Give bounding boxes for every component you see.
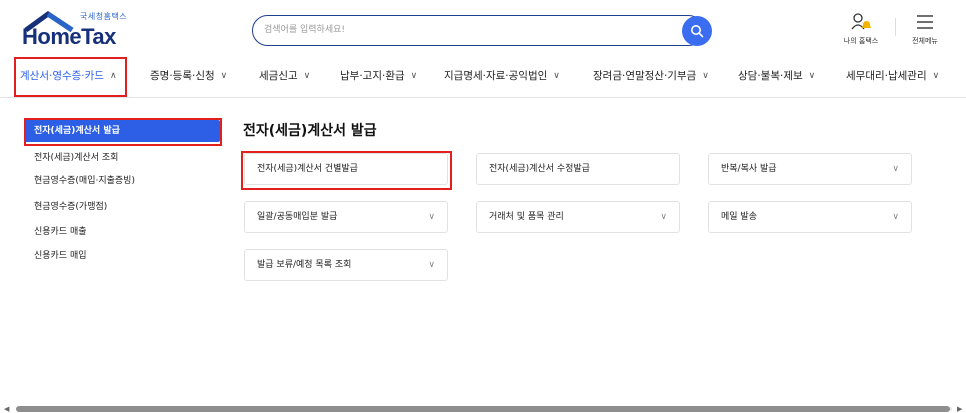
my-hometax-label: 나의 홈택스 bbox=[843, 37, 879, 45]
chevron-down-icon: ∨ bbox=[428, 212, 435, 222]
card-label: 반복/복사 발급 bbox=[721, 164, 777, 174]
nav-item-payment[interactable]: 납부·고지·환급 ∨ bbox=[340, 68, 417, 83]
scroll-left-icon[interactable]: ◀ bbox=[4, 405, 9, 413]
card-label: 일괄/공동매입분 발급 bbox=[257, 212, 338, 222]
chevron-down-icon: ∨ bbox=[303, 70, 311, 81]
sidebar-item-credit-card-sales[interactable]: 신용카드 매출 bbox=[24, 221, 220, 243]
chevron-down-icon: ∨ bbox=[702, 70, 709, 81]
sidebar-item-e-invoice-inquiry[interactable]: 전자(세금)계산서 조회 bbox=[24, 147, 220, 169]
sidebar-highlight-box bbox=[24, 118, 222, 146]
chevron-down-icon: ∨ bbox=[410, 70, 418, 81]
nav-item-consultation[interactable]: 상담·불복·제보 ∨ bbox=[738, 68, 815, 83]
chevron-down-icon: ∨ bbox=[428, 260, 435, 270]
chevron-down-icon: ∨ bbox=[892, 164, 899, 174]
nav-highlight-box bbox=[14, 57, 127, 97]
card-modify-issue[interactable]: 전자(세금)계산서 수정발급 bbox=[476, 153, 680, 185]
nav-item-tax-return[interactable]: 세금신고 ∨ bbox=[259, 68, 310, 83]
nav-item-tax-agent[interactable]: 세무대리·납세관리 ∨ bbox=[846, 68, 939, 83]
search-icon bbox=[691, 25, 704, 38]
chevron-down-icon: ∨ bbox=[932, 70, 940, 81]
hamburger-icon bbox=[917, 15, 933, 29]
search-input[interactable] bbox=[264, 21, 664, 39]
chevron-down-icon: ∨ bbox=[660, 212, 667, 222]
logo-subtitle: 국세청홈택스 bbox=[80, 12, 128, 21]
page-title: 전자(세금)계산서 발급 bbox=[243, 123, 377, 139]
hometax-logo[interactable]: 국세청홈택스 HomeTax bbox=[22, 10, 132, 50]
main-nav: 계산서·영수증·카드 ∧ 증명·등록·신청 ∨ 세금신고 ∨ 납부·고지·환급 … bbox=[0, 58, 966, 98]
card-label: 메일 발송 bbox=[721, 212, 757, 222]
sidebar-item-credit-card-purchase[interactable]: 신용카드 매입 bbox=[24, 245, 220, 267]
my-hometax-button[interactable]: 나의 홈택스 bbox=[838, 12, 884, 48]
nav-item-label: 장려금·연말정산·기부금 bbox=[593, 70, 697, 82]
card-label: 거래처 및 품목 관리 bbox=[489, 212, 564, 222]
user-bell-icon bbox=[851, 13, 871, 30]
nav-item-label: 세무대리·납세관리 bbox=[846, 70, 927, 82]
horizontal-scrollbar[interactable]: ◀ ▶ bbox=[0, 402, 966, 413]
card-client-item-management[interactable]: 거래처 및 품목 관리 ∨ bbox=[476, 201, 680, 233]
card-label: 전자(세금)계산서 수정발급 bbox=[489, 164, 590, 174]
nav-item-label: 세금신고 bbox=[259, 70, 298, 82]
card-label: 발급 보류/예정 목록 조회 bbox=[257, 260, 352, 270]
header: 국세청홈택스 HomeTax 나의 홈택스 전체메뉴 bbox=[0, 0, 966, 56]
sidebar-item-cash-receipt-merchant[interactable]: 현금영수증(가맹점) bbox=[24, 196, 220, 218]
scroll-right-icon[interactable]: ▶ bbox=[957, 405, 962, 413]
chevron-down-icon: ∨ bbox=[220, 70, 228, 81]
card-repeat-copy-issue[interactable]: 반복/복사 발급 ∨ bbox=[708, 153, 912, 185]
header-divider bbox=[895, 18, 896, 36]
nav-item-incentive[interactable]: 장려금·연말정산·기부금 ∨ bbox=[593, 68, 709, 83]
sidebar-item-cash-receipt-purchase[interactable]: 현금영수증(매입·지출증빙) bbox=[24, 170, 220, 192]
nav-item-certificate[interactable]: 증명·등록·신청 ∨ bbox=[150, 68, 227, 83]
nav-item-label: 증명·등록·신청 bbox=[150, 70, 215, 82]
nav-item-label: 납부·고지·환급 bbox=[340, 70, 405, 82]
scroll-thumb[interactable] bbox=[16, 406, 950, 412]
logo-title: HomeTax bbox=[22, 24, 116, 49]
all-menu-label: 전체메뉴 bbox=[912, 37, 938, 45]
card-mail-send[interactable]: 메일 발송 ∨ bbox=[708, 201, 912, 233]
search-bar bbox=[252, 15, 712, 47]
card-pending-list-inquiry[interactable]: 발급 보류/예정 목록 조회 ∨ bbox=[244, 249, 448, 281]
chevron-down-icon: ∨ bbox=[808, 70, 816, 81]
chevron-down-icon: ∨ bbox=[892, 212, 899, 222]
all-menu-button[interactable]: 전체메뉴 bbox=[902, 12, 948, 48]
search-button[interactable] bbox=[682, 16, 712, 46]
chevron-down-icon: ∨ bbox=[553, 70, 560, 81]
nav-item-label: 지급명세·자료·공익법인 bbox=[444, 70, 548, 82]
nav-item-payment-statement[interactable]: 지급명세·자료·공익법인 ∨ bbox=[444, 68, 560, 83]
nav-item-label: 상담·불복·제보 bbox=[738, 70, 803, 82]
card-highlight-box bbox=[241, 151, 452, 190]
card-bulk-issue[interactable]: 일괄/공동매입분 발급 ∨ bbox=[244, 201, 448, 233]
